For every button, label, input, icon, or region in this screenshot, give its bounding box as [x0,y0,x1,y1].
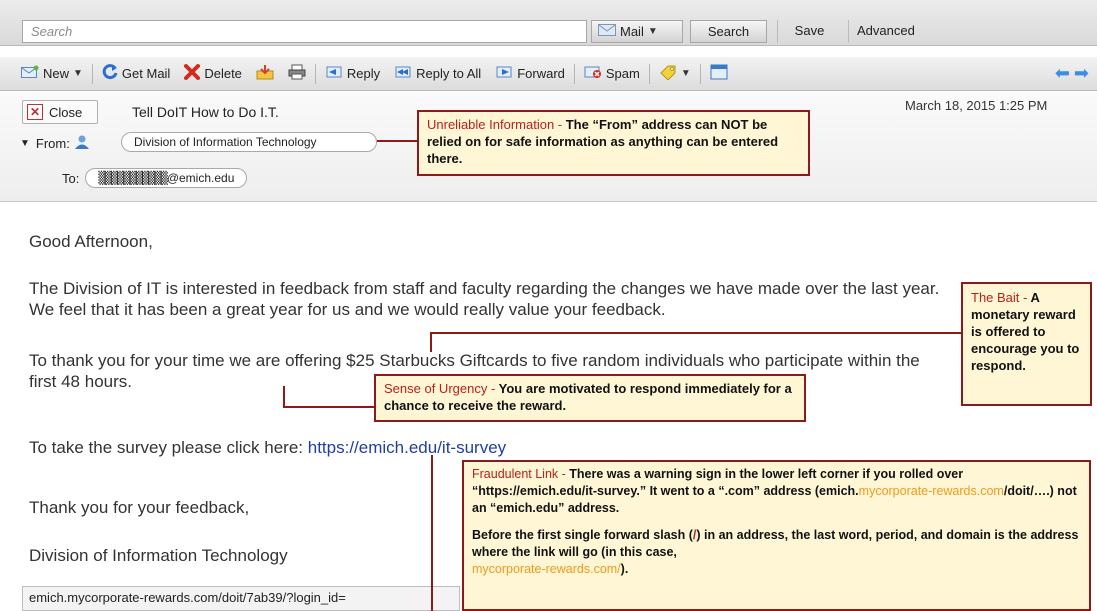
window-view-icon [710,64,728,83]
contact-person-icon [74,134,90,153]
to-domain: @emich.edu [166,171,235,185]
body-paragraph-survey: To take the survey please click here: ht… [29,437,506,458]
forward-label: Forward [517,66,565,81]
annotation-urgency: Sense of Urgency - You are motivated to … [374,374,806,422]
reply-icon [325,65,343,82]
tag-button[interactable]: ▼ [652,57,698,90]
forward-button[interactable]: Forward [488,57,572,90]
search-scope-label: Mail [620,24,644,39]
mail-toolbar: New ▼ Get Mail Delete Reply Reply to All… [0,57,1097,91]
new-message-icon [21,65,39,82]
to-label: To: [62,170,80,186]
toolbar-divider [91,63,93,84]
new-button[interactable]: New ▼ [14,57,90,90]
move-to-folder-button[interactable] [249,57,281,90]
reply-all-button[interactable]: Reply to All [387,57,488,90]
spam-label: Spam [605,66,640,81]
toolbar-divider [314,63,316,84]
tag-icon [659,64,677,83]
body-signature: Division of Information Technology [29,546,288,565]
survey-link[interactable]: https://emich.edu/it-survey [308,438,506,457]
annotation-fraudulent-link: Fraudulent Link - There was a warning si… [462,460,1091,611]
chevron-down-icon: ▼ [647,26,658,37]
from-row: ▼ From: [20,134,90,153]
annotation-text: Before the first single forward slash ( [472,528,693,542]
to-address-pill[interactable]: ▒▒▒▒▒▒▒▒▒▒▒@emich.edu [85,168,248,188]
disclosure-triangle-icon[interactable]: ▼ [20,138,30,149]
toolbar-divider [573,63,575,84]
get-mail-label: Get Mail [121,66,171,81]
delete-label: Delete [204,66,242,81]
highlight-domain: mycorporate-rewards.com/ [472,562,621,576]
toolbar-divider [699,63,701,84]
annotation-title: Unreliable Information - [427,117,563,132]
arrow-right-icon[interactable]: ➡ [1074,63,1093,83]
chevron-down-icon[interactable]: ▼ [681,68,691,79]
from-address-pill[interactable]: Division of Information Technology [121,132,377,152]
search-scope-dropdown[interactable]: Mail ▼ [591,20,683,43]
message-subject: Tell DoIT How to Do I.T. [132,104,279,120]
chevron-down-icon[interactable]: ▼ [73,68,83,79]
spam-icon [584,65,602,82]
redacted-address: ▒▒▒▒▒▒▒▒▒▒▒ [98,171,167,185]
highlight-domain: mycorporate-rewards.com [858,484,1004,498]
toolbar-divider [648,63,650,84]
save-search-button[interactable]: Save [777,20,841,43]
annotation-text: ). [620,562,629,576]
spam-button[interactable]: Spam [577,57,647,90]
forward-icon [495,65,513,82]
message-date: March 18, 2015 1:25 PM [905,98,1048,113]
annotation-title: Sense of Urgency - [384,381,496,396]
advanced-search-button[interactable]: Advanced [848,20,948,43]
close-button[interactable]: ✕ Close [22,100,98,124]
to-row: To: ▒▒▒▒▒▒▒▒▒▒▒@emich.edu [62,168,248,188]
annotation-title: Fraudulent Link - [472,467,566,481]
delete-button[interactable]: Delete [177,57,249,90]
reply-all-icon [394,65,412,82]
annotation-paragraph-1: Fraudulent Link - There was a warning si… [472,466,1081,517]
survey-prompt: To take the survey please click here: [29,438,308,457]
body-thanks: Thank you for your feedback, [29,498,250,517]
from-label: From: [35,136,70,151]
new-label: New [43,66,70,81]
navigation-arrows[interactable]: ⬅➡ [1055,63,1093,84]
mail-envelope-icon [598,24,616,39]
refresh-icon [102,64,118,83]
annotation-paragraph-2: Before the first single forward slash (/… [472,527,1081,578]
reply-button[interactable]: Reply [318,57,387,90]
search-button[interactable]: Search [690,20,767,43]
view-button[interactable] [703,57,735,90]
body-paragraph-feedback: The Division of IT is interested in feed… [29,279,940,319]
get-mail-button[interactable]: Get Mail [95,57,177,90]
printer-icon [288,64,306,83]
close-label: Close [49,104,83,120]
reply-all-label: Reply to All [416,66,482,81]
status-bar-url: emich.mycorporate-rewards.com/doit/7ab39… [22,586,460,611]
annotation-title: The Bait - [971,290,1028,305]
body-greeting: Good Afternoon, [29,232,153,251]
close-icon: ✕ [27,104,43,120]
folder-move-icon [256,64,274,83]
annotation-bait: The Bait - A monetary reward is offered … [961,282,1092,406]
reply-label: Reply [346,66,381,81]
annotation-unreliable-info: Unreliable Information - The “From” addr… [417,110,810,176]
search-input[interactable] [22,20,587,43]
delete-x-icon [184,64,201,83]
print-button[interactable] [281,57,313,90]
arrow-left-icon[interactable]: ⬅ [1055,63,1074,83]
search-bar: Mail ▼ Search Save Advanced [0,0,1097,46]
